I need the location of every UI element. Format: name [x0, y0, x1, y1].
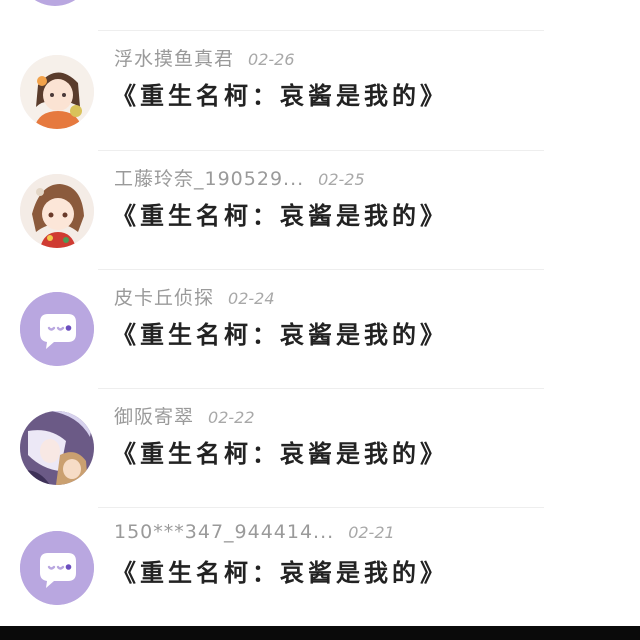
comment-list: 浮水摸鱼真君 02-26 《重生名柯：哀酱是我的》 工藤玲奈_190529... 0… [0, 0, 640, 626]
comment-text: 《重生名柯：哀酱是我的》 [112, 439, 448, 468]
username[interactable]: 150***347_944414... [114, 521, 334, 543]
comment-meta: 浮水摸鱼真君 02-26 [114, 44, 295, 71]
avatar[interactable] [20, 55, 94, 129]
comment-meta: 御阪寄翠 02-22 [114, 402, 255, 429]
avatar[interactable] [20, 292, 94, 366]
username[interactable]: 工藤玲奈_190529... [114, 168, 304, 190]
comment-date: 02-26 [248, 50, 295, 69]
comment-text: 《重生名柯：哀酱是我的》 [112, 558, 448, 587]
avatar[interactable] [20, 411, 94, 485]
username[interactable]: 皮卡丘侦探 [114, 287, 214, 309]
comment-item[interactable]: 工藤玲奈_190529... 02-25 《重生名柯：哀酱是我的》 [0, 150, 640, 269]
bottom-bar [0, 626, 640, 640]
comment-item[interactable]: 浮水摸鱼真君 02-26 《重生名柯：哀酱是我的》 [0, 30, 640, 149]
comment-date: 02-24 [228, 289, 275, 308]
comment-date: 02-22 [208, 408, 255, 427]
comment-meta: 150***347_944414... 02-21 [114, 521, 395, 543]
avatar[interactable] [20, 531, 94, 605]
username[interactable]: 浮水摸鱼真君 [114, 48, 234, 70]
avatar-anime-icon [20, 411, 94, 485]
chat-bubble-icon [20, 531, 94, 605]
comment-text: 《重生名柯：哀酱是我的》 [112, 201, 448, 230]
comment-item[interactable]: 150***347_944414... 02-21 《重生名柯：哀酱是我的》 [0, 507, 640, 626]
avatar[interactable] [20, 174, 94, 248]
avatar-girl-icon [20, 174, 94, 248]
avatar[interactable] [18, 0, 92, 6]
comment-item[interactable]: 皮卡丘侦探 02-24 《重生名柯：哀酱是我的》 [0, 269, 640, 388]
comment-meta: 皮卡丘侦探 02-24 [114, 283, 275, 310]
avatar-girl-icon [20, 55, 94, 129]
username[interactable]: 御阪寄翠 [114, 406, 194, 428]
comment-meta: 工藤玲奈_190529... 02-25 [114, 164, 365, 191]
comment-date: 02-25 [318, 170, 365, 189]
comment-date: 02-21 [348, 523, 395, 542]
chat-bubble-icon [20, 292, 94, 366]
comment-text: 《重生名柯：哀酱是我的》 [112, 320, 448, 349]
comment-item[interactable]: 御阪寄翠 02-22 《重生名柯：哀酱是我的》 [0, 388, 640, 507]
comment-text: 《重生名柯：哀酱是我的》 [112, 81, 448, 110]
